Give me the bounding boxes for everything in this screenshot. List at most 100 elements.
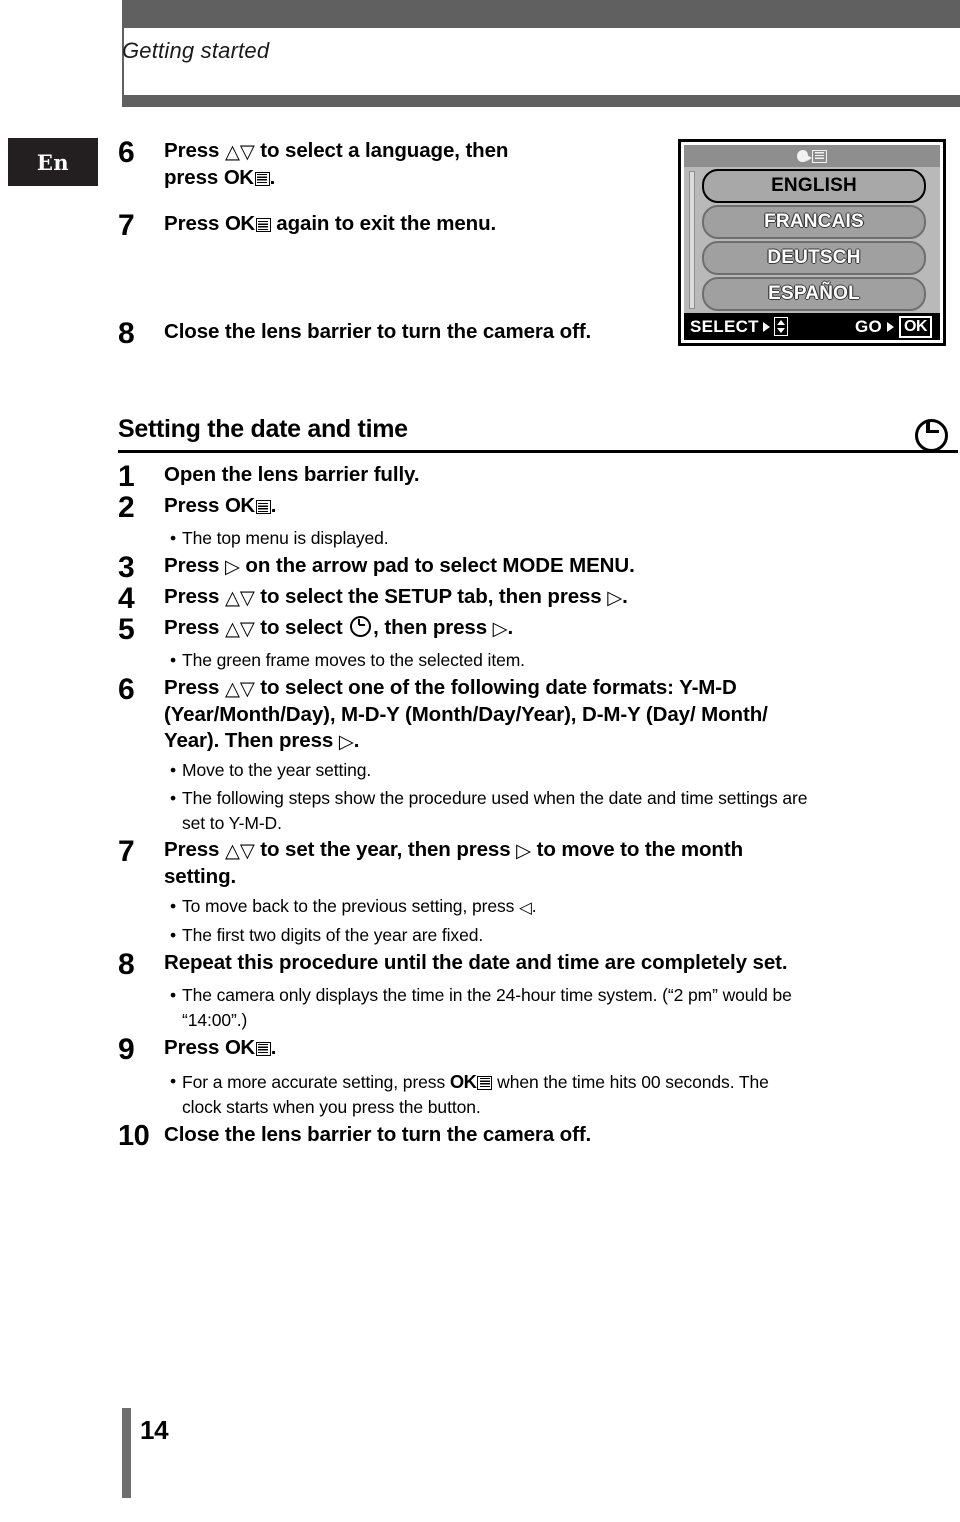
step-number: 4	[118, 582, 135, 616]
step-text: Repeat this procedure until the date and…	[164, 951, 788, 975]
ok-label: OK	[224, 494, 255, 518]
triangle-up-icon: △	[224, 617, 240, 641]
note-text-line: The camera only displays the time in the…	[182, 985, 792, 1006]
triangle-down-icon: ▽	[239, 586, 255, 610]
header-band-bottom	[122, 95, 960, 107]
step-number: 10	[118, 1119, 150, 1152]
bullet-dot: •	[170, 1070, 177, 1091]
step-6: 6 Press △▽ to select one of the followin…	[118, 672, 958, 755]
step-text-fragment: to select one of the following date form…	[254, 675, 737, 699]
triangle-up-icon: △	[224, 676, 240, 700]
step-text-fragment: Press	[164, 585, 225, 609]
triangle-up-icon: △	[224, 839, 240, 863]
step-text: Press △▽ to select , then press ▷.	[164, 615, 958, 642]
note-text-fragment: when the time hits 00 seconds. The	[492, 1071, 769, 1092]
note-text-line: “14:00”.)	[182, 1009, 248, 1030]
footer-rule	[122, 1408, 131, 1498]
section-setting-date-time: Setting the date and time	[118, 415, 958, 454]
triangle-right-icon: ▷	[338, 730, 354, 754]
step-text-fragment: Press	[164, 554, 225, 578]
ok-label: OK	[224, 1035, 255, 1059]
step-text-fragment: Year). Then press	[164, 729, 339, 753]
step-text: Press △▽ to select a language, then pres…	[164, 138, 684, 191]
step-8: 8 Repeat this procedure until the date a…	[118, 950, 958, 980]
bullet-dot: •	[170, 787, 177, 808]
triangle-right-icon: ▷	[224, 555, 240, 579]
step-text-fragment: .	[270, 1035, 277, 1059]
note-accurate-setting: • For a more accurate setting, press OK …	[170, 1069, 958, 1120]
step-number: 3	[118, 551, 135, 585]
step-text-fragment: , then press	[373, 616, 493, 640]
step-number: 6	[118, 672, 135, 706]
note-text: The green frame moves to the selected it…	[182, 650, 525, 671]
note-following-steps: • The following steps show the procedure…	[170, 786, 958, 836]
menu-icon	[255, 1041, 271, 1056]
instructions-body: 6 Press △▽ to select a language, then pr…	[118, 132, 958, 1151]
bullet-dot: •	[170, 650, 177, 671]
step-text-fragment: .	[622, 585, 628, 609]
step-text-fragment: again to exit the menu.	[270, 212, 497, 236]
bullet-dot: •	[170, 759, 177, 780]
step-text-fragment: Press	[164, 139, 225, 162]
step-number: 8	[118, 948, 135, 982]
step-text-fragment: Press	[164, 212, 225, 236]
step-number: 8	[118, 317, 135, 351]
triangle-down-icon: ▽	[239, 617, 255, 641]
note-24-hour: • The camera only displays the time in t…	[170, 983, 958, 1033]
step-2: 2 Press OK.	[118, 493, 958, 523]
step-1: 1 Open the lens barrier fully.	[118, 462, 958, 492]
step-text: Close the lens barrier to turn the camer…	[164, 320, 592, 344]
step-text-fragment: Press	[164, 1035, 225, 1059]
step-text-fragment: Press	[164, 494, 225, 518]
ok-label: OK	[449, 1070, 477, 1092]
menu-icon	[254, 171, 270, 186]
step-text-fragment: .	[507, 616, 514, 640]
triangle-down-icon: ▽	[239, 839, 255, 863]
step-text: Press △▽ to select the SETUP tab, then p…	[164, 584, 958, 611]
step-text-fragment: .	[270, 494, 277, 518]
step-3: 3 Press ▷ on the arrow pad to select MOD…	[118, 553, 958, 583]
menu-icon	[255, 218, 271, 233]
triangle-right-icon: ▷	[516, 839, 531, 863]
menu-icon	[477, 1075, 493, 1090]
triangle-up-icon: △	[224, 586, 240, 610]
step-text-fragment: on the arrow pad to select MODE MENU.	[239, 554, 635, 578]
note-text: The following steps show the procedure u…	[182, 786, 958, 836]
step-text-fragment: to move to the month	[531, 838, 744, 862]
step-text: Press △▽ to select one of the following …	[164, 675, 958, 755]
step-10: 10 Close the lens barrier to turn the ca…	[118, 1119, 958, 1152]
step-text: Press OK again to exit the menu.	[164, 211, 958, 238]
page-number: 14	[140, 1415, 169, 1445]
step-text-fragment: press	[164, 165, 224, 189]
step-text-fragment: Press	[164, 675, 225, 699]
step-number: 9	[118, 1032, 135, 1066]
bullet-dot: •	[170, 985, 177, 1006]
step-5: 5 Press △▽ to select , then press ▷.	[118, 615, 958, 645]
page-title: Getting started	[122, 38, 270, 63]
language-tab-badge: En	[8, 138, 98, 186]
step-8-top: 8 Close the lens barrier to turn the cam…	[118, 319, 958, 349]
note-first-two-digits: • The first two digits of the year are f…	[170, 923, 958, 948]
header-band-top	[122, 0, 960, 28]
step-number: 7	[118, 835, 135, 869]
bullet-dot: •	[170, 895, 177, 916]
step-number: 6	[118, 136, 135, 169]
step-6-top: 6 Press △▽ to select a language, then pr…	[118, 138, 958, 191]
note-text-fragment: .	[531, 895, 537, 916]
note-text: The camera only displays the time in the…	[182, 983, 958, 1033]
step-text-fragment: .	[353, 729, 360, 753]
step-4: 4 Press △▽ to select the SETUP tab, then…	[118, 584, 958, 614]
note-text-line: The following steps show the procedure u…	[182, 787, 808, 808]
section-divider	[118, 450, 958, 454]
step-text-fragment: to select a language, then	[254, 139, 509, 162]
step-text-fragment: to set the year, then press	[254, 838, 517, 862]
note-top-menu: • The top menu is displayed.	[170, 526, 958, 551]
note-move-year: • Move to the year setting.	[170, 758, 958, 783]
section-title: Setting the date and time	[118, 415, 408, 444]
step-text: Open the lens barrier fully.	[164, 463, 420, 487]
step-number: 1	[118, 460, 135, 494]
step-9: 9 Press OK.	[118, 1032, 958, 1066]
note-text-line: clock starts when you press the button.	[182, 1096, 481, 1117]
note-text: Move to the year setting.	[182, 759, 372, 780]
note-text: For a more accurate setting, press OK wh…	[182, 1069, 958, 1120]
